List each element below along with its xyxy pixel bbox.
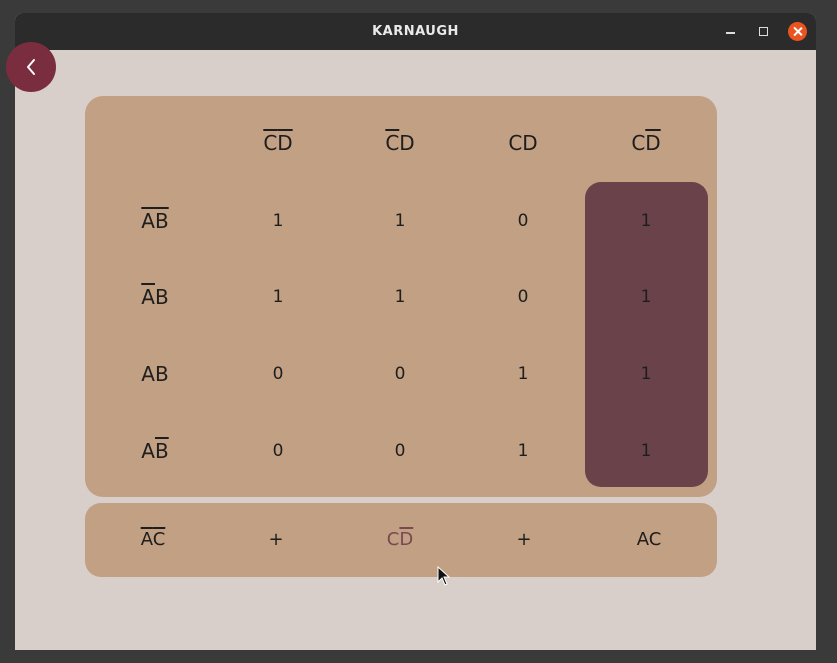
kmap-cell[interactable]: 0 [228,354,328,394]
term-variable: C [648,529,662,550]
karnaugh-map: CD CD CD CD AB AB AB AB 1 1 0 1 1 1 0 1 0 0 1 1 0 0 1 1 [85,96,717,497]
term-variable: A [140,529,153,550]
title-bar: KARNAUGH [15,13,816,50]
term-variable: D [277,131,293,155]
term-variable: D [645,131,661,155]
kmap-cell[interactable]: 1 [350,277,450,317]
term-variable: D [399,529,414,550]
term-variable: C [508,131,523,155]
kmap-cell[interactable]: 0 [473,201,573,241]
result-expression: AC CD AC + + [85,503,717,577]
result-term[interactable]: AC [594,520,704,560]
kmap-cell[interactable]: 1 [350,201,450,241]
chevron-left-icon [27,59,35,75]
term-variable: A [141,362,155,386]
kmap-cell[interactable]: 0 [350,354,450,394]
result-term[interactable]: CD [345,520,455,560]
row-header: AB [105,277,205,317]
back-button[interactable] [6,42,56,92]
kmap-cell[interactable]: 0 [473,277,573,317]
plus-operator: + [268,529,284,550]
kmap-cell[interactable]: 1 [228,201,328,241]
row-header: AB [105,201,205,241]
row-header: AB [105,354,205,394]
term-variable: B [154,209,169,233]
column-header: CD [596,123,696,163]
kmap-cell[interactable]: 0 [350,431,450,471]
kmap-cell[interactable]: 1 [228,277,328,317]
column-header: CD [350,123,450,163]
term-variable: C [152,529,166,550]
kmap-cell[interactable]: 1 [596,354,696,394]
term-variable: D [399,131,415,155]
kmap-cell[interactable]: 1 [596,431,696,471]
term-variable: C [263,131,278,155]
plus-operator: + [516,529,532,550]
column-header: CD [473,123,573,163]
close-button[interactable] [788,22,807,41]
term-variable: A [141,439,155,463]
term-variable: C [385,131,400,155]
term-variable: A [141,209,155,233]
kmap-cell[interactable]: 1 [596,277,696,317]
term-variable: B [154,285,169,309]
term-variable: B [154,439,169,463]
maximize-button[interactable] [754,22,773,41]
term-variable: A [636,529,649,550]
term-variable: C [386,529,400,550]
kmap-cell[interactable]: 1 [473,354,573,394]
kmap-cell[interactable]: 1 [596,201,696,241]
term-variable: D [522,131,538,155]
kmap-cell[interactable]: 0 [228,431,328,471]
term-variable: A [141,285,155,309]
mouse-pointer-icon [437,566,451,586]
result-term[interactable]: AC [98,520,208,560]
column-header: CD [228,123,328,163]
window-title: KARNAUGH [372,24,459,39]
kmap-cell[interactable]: 1 [473,431,573,471]
row-header: AB [105,431,205,471]
term-variable: B [154,362,169,386]
term-variable: C [631,131,646,155]
minimize-button[interactable] [721,22,740,41]
